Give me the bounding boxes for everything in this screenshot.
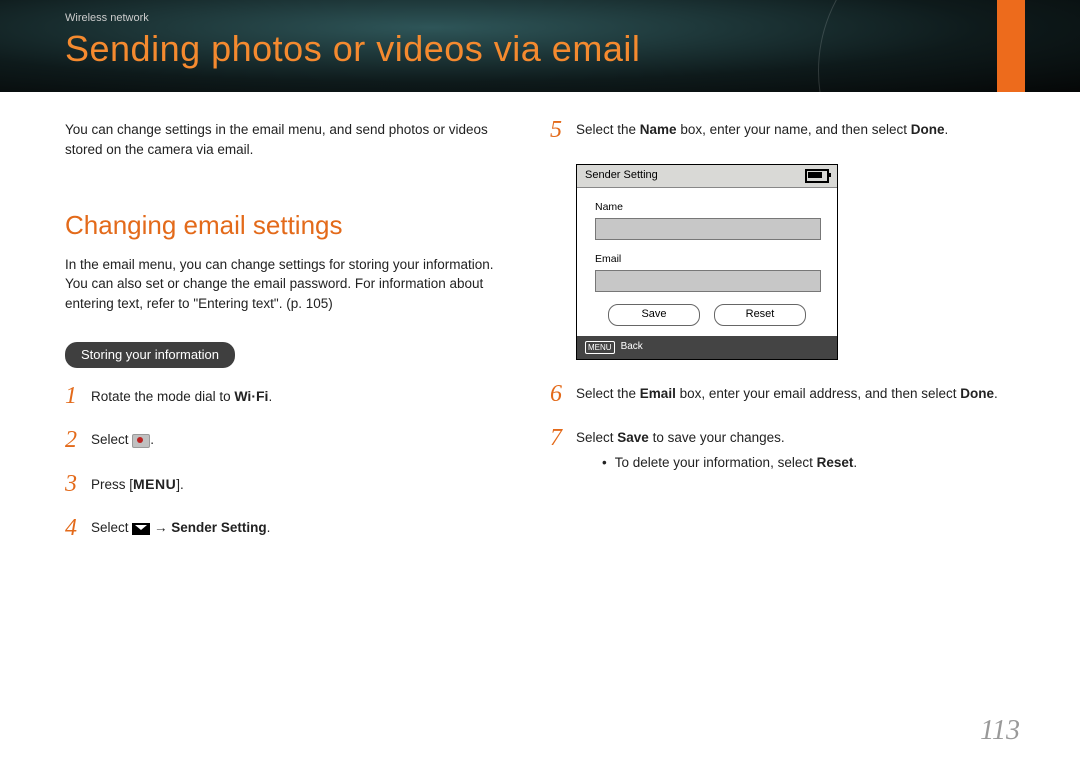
step-4: 4 Select → Sender Setting. <box>65 518 515 542</box>
step-6: 6 Select the Email box, enter your email… <box>550 384 1000 408</box>
step-text: Select <box>576 430 617 445</box>
step-text: Select <box>91 432 132 447</box>
step-number: 5 <box>550 118 576 142</box>
step-body: Select the Email box, enter your email a… <box>576 384 1000 408</box>
step-text: box, enter your name, and then select <box>677 122 911 137</box>
wifi-icon: Wi·Fi <box>234 386 268 406</box>
step-text: Select <box>91 520 132 535</box>
step-body: Select → Sender Setting. <box>91 518 515 542</box>
ss-footer: MENU Back <box>577 336 837 359</box>
step-body: Select Save to save your changes. To del… <box>576 428 1000 473</box>
menu-icon: MENU <box>133 474 176 494</box>
email-field[interactable] <box>595 270 821 292</box>
subsection-pill: Storing your information <box>65 342 235 369</box>
step-text: Rotate the mode dial to <box>91 389 234 404</box>
step-number: 2 <box>65 428 91 452</box>
ss-body: Name Email Save Reset <box>577 188 837 336</box>
left-column: You can change settings in the email men… <box>65 120 540 562</box>
step-1: 1 Rotate the mode dial to Wi·Fi. <box>65 386 515 410</box>
step-text: . <box>267 520 271 535</box>
right-column: 5 Select the Name box, enter your name, … <box>540 120 1025 562</box>
email-label: Email <box>595 252 819 267</box>
step-text: Select the <box>576 122 640 137</box>
step-body: Rotate the mode dial to Wi·Fi. <box>91 386 515 410</box>
header-accent <box>997 0 1025 92</box>
step-text: Select the <box>576 386 640 401</box>
step-3: 3 Press [MENU]. <box>65 474 515 498</box>
camera-screenshot: Sender Setting Name Email Save Reset MEN… <box>576 164 838 360</box>
section-text: In the email menu, you can change settin… <box>65 255 515 314</box>
step-number: 3 <box>65 472 91 496</box>
name-field[interactable] <box>595 218 821 240</box>
battery-icon <box>805 169 829 183</box>
page-number: 113 <box>980 715 1020 747</box>
step-text: . <box>150 432 154 447</box>
name-key: Name <box>640 122 677 137</box>
step-number: 6 <box>550 382 576 406</box>
step-text: . <box>268 389 272 404</box>
arrow: → <box>150 520 171 535</box>
step-text: ]. <box>176 477 184 492</box>
sub-bullet: To delete your information, select Reset… <box>602 453 1000 473</box>
back-label: Back <box>621 340 643 355</box>
breadcrumb: Wireless network <box>65 12 149 24</box>
section-heading: Changing email settings <box>65 207 515 245</box>
step-text: . <box>944 122 948 137</box>
step-text: . <box>994 386 998 401</box>
step-text: to save your changes. <box>649 430 785 445</box>
step-text: box, enter your email address, and then … <box>676 386 960 401</box>
ss-buttons: Save Reset <box>595 304 819 326</box>
step-2: 2 Select . <box>65 430 515 454</box>
step-5: 5 Select the Name box, enter your name, … <box>550 120 1000 144</box>
page-header: Wireless network Sending photos or video… <box>0 0 1080 92</box>
page-title: Sending photos or videos via email <box>65 28 640 70</box>
email-app-icon <box>132 434 150 448</box>
reset-key: Reset <box>817 455 854 470</box>
step-number: 4 <box>65 516 91 540</box>
content: You can change settings in the email men… <box>0 92 1080 562</box>
bullet-text: To delete your information, select <box>615 455 817 470</box>
step-body: Press [MENU]. <box>91 474 515 498</box>
menu-target: Sender Setting <box>171 520 266 535</box>
bullet-text: . <box>853 455 857 470</box>
name-label: Name <box>595 200 819 215</box>
done-key: Done <box>911 122 945 137</box>
done-key: Done <box>960 386 994 401</box>
email-key: Email <box>640 386 676 401</box>
save-button[interactable]: Save <box>608 304 700 326</box>
envelope-icon <box>132 523 150 535</box>
intro-text: You can change settings in the email men… <box>65 120 515 159</box>
menu-chip-icon: MENU <box>585 341 615 355</box>
reset-button[interactable]: Reset <box>714 304 806 326</box>
ss-title: Sender Setting <box>585 168 658 184</box>
ss-titlebar: Sender Setting <box>577 165 837 188</box>
step-body: Select . <box>91 430 515 454</box>
step-body: Select the Name box, enter your name, an… <box>576 120 1000 144</box>
step-number: 7 <box>550 426 576 471</box>
step-number: 1 <box>65 384 91 408</box>
step-7: 7 Select Save to save your changes. To d… <box>550 428 1000 473</box>
step-text: Press [ <box>91 477 133 492</box>
save-key: Save <box>617 430 649 445</box>
